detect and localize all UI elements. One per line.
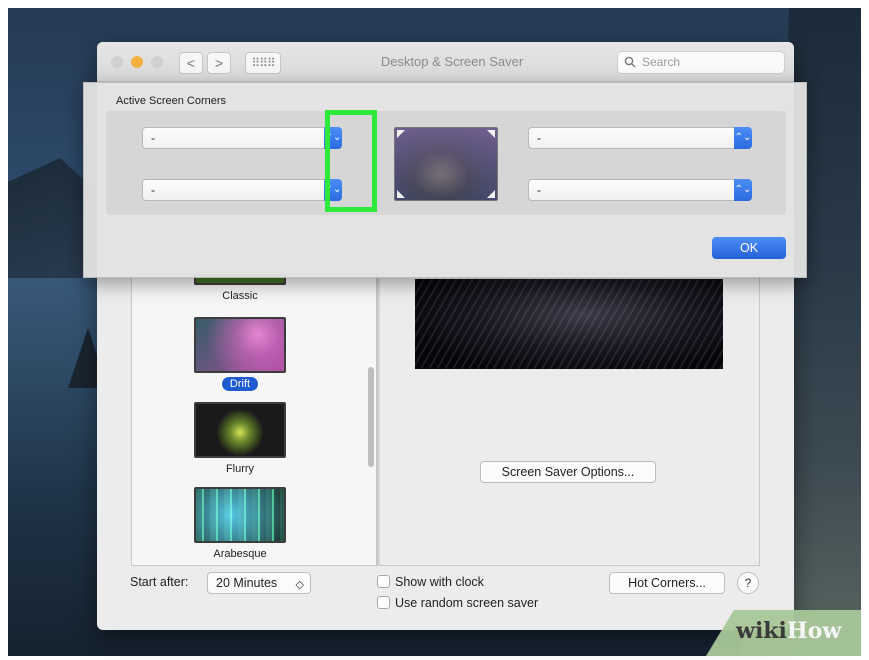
corner-value: -	[151, 183, 155, 197]
random-saver-checkbox[interactable]: Use random screen saver	[377, 596, 538, 610]
corners-desktop-preview	[394, 127, 498, 201]
corners-group: - ⌃⌄ - ⌃⌄ - ⌃⌄ - ⌃⌄	[106, 111, 786, 215]
top-right-corner-select[interactable]: - ⌃⌄	[528, 127, 752, 149]
search-placeholder: Search	[642, 55, 681, 69]
screen-saver-list[interactable]: Classic Drift Flurry Arabesque	[131, 274, 377, 566]
saver-label: Arabesque	[213, 548, 267, 560]
ok-button[interactable]: OK	[712, 237, 786, 259]
saver-item-arabesque[interactable]: Arabesque	[194, 487, 286, 562]
preview-pane: Screen Saver Options...	[380, 274, 760, 566]
show-clock-label: Show with clock	[395, 575, 484, 589]
forward-button[interactable]: >	[207, 52, 231, 74]
saver-item-flurry[interactable]: Flurry	[194, 402, 286, 477]
minimize-window-button[interactable]	[131, 56, 143, 68]
zoom-window-button[interactable]	[151, 56, 163, 68]
corner-triangle-icon	[397, 130, 405, 138]
corner-value: -	[151, 131, 155, 145]
start-after-select[interactable]: 20 Minutes ◇	[207, 572, 311, 594]
corner-value: -	[537, 131, 541, 145]
wikihow-watermark: wikiHow	[706, 610, 861, 656]
show-clock-checkbox[interactable]: Show with clock	[377, 575, 484, 589]
highlight-annotation-box	[325, 110, 377, 212]
arabesque-thumbnail	[194, 487, 286, 543]
screen-saver-options-button[interactable]: Screen Saver Options...	[480, 461, 656, 483]
bottom-right-corner-select[interactable]: - ⌃⌄	[528, 179, 752, 201]
active-screen-corners-sheet: Active Screen Corners - ⌃⌄ - ⌃⌄ - ⌃⌄ - ⌃…	[83, 82, 807, 278]
watermark-logo-text: wikiHow	[736, 618, 841, 644]
corner-triangle-icon	[397, 190, 405, 198]
corner-triangle-icon	[487, 130, 495, 138]
flurry-thumbnail	[194, 402, 286, 458]
close-window-button[interactable]	[111, 56, 123, 68]
chevron-updown-icon: ◇	[295, 579, 304, 591]
show-all-grid-button[interactable]: ⠿⠿⠿	[245, 52, 281, 74]
screen-saver-preview	[415, 279, 723, 369]
chevron-updown-icon[interactable]: ⌃⌄	[734, 127, 752, 149]
random-saver-label: Use random screen saver	[395, 596, 539, 610]
titlebar: < > ⠿⠿⠿ Desktop & Screen Saver Search	[97, 42, 794, 82]
checkbox-box[interactable]	[377, 575, 390, 588]
watermark-part-a: wiki	[736, 618, 787, 644]
watermark-part-b: How	[786, 618, 842, 644]
start-after-label: Start after:	[130, 575, 189, 589]
help-button[interactable]: ?	[737, 572, 759, 594]
drift-thumbnail	[194, 317, 286, 373]
sheet-title: Active Screen Corners	[116, 95, 227, 107]
checkbox-box[interactable]	[377, 596, 390, 609]
saver-label-selected: Drift	[221, 377, 259, 391]
start-after-value: 20 Minutes	[216, 576, 278, 590]
saver-label: Classic	[222, 290, 258, 302]
hot-corners-button[interactable]: Hot Corners...	[609, 572, 725, 594]
window-title: Desktop & Screen Saver	[380, 54, 524, 69]
bottom-left-corner-select[interactable]: - ⌃⌄	[142, 179, 342, 201]
saver-label: Flurry	[225, 463, 255, 475]
top-left-corner-select[interactable]: - ⌃⌄	[142, 127, 342, 149]
search-input[interactable]: Search	[617, 51, 785, 74]
list-scrollbar[interactable]	[368, 367, 374, 467]
chevron-updown-icon[interactable]: ⌃⌄	[734, 179, 752, 201]
search-icon	[624, 56, 636, 68]
back-button[interactable]: <	[179, 52, 203, 74]
saver-item-classic[interactable]: Classic	[194, 275, 286, 304]
corner-triangle-icon	[487, 190, 495, 198]
corner-value: -	[537, 183, 541, 197]
saver-item-drift[interactable]: Drift	[194, 317, 286, 392]
